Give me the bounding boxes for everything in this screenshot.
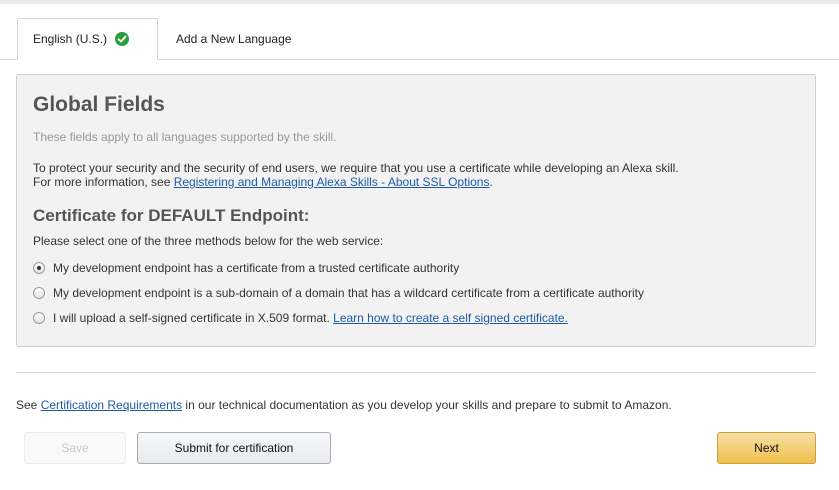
certification-requirements-link[interactable]: Certification Requirements (41, 398, 182, 412)
cert-description: Please select one of the three methods b… (33, 234, 384, 248)
self-signed-help-link[interactable]: Learn how to create a self signed certif… (333, 311, 568, 325)
next-button[interactable]: Next (717, 432, 816, 464)
global-fields-panel: Global Fields These fields apply to all … (16, 74, 816, 347)
radio-trusted[interactable] (33, 262, 45, 274)
tab-english-us-label: English (U.S.) (33, 32, 108, 46)
cert-req-suffix: in our technical documentation as you de… (182, 398, 672, 412)
tab-add-language[interactable]: Add a New Language (176, 18, 291, 60)
submit-for-certification-button[interactable]: Submit for certification (137, 432, 331, 464)
tab-english-us[interactable]: English (U.S.) (17, 18, 158, 60)
cert-option-self-signed[interactable]: I will upload a self-signed certificate … (33, 311, 568, 325)
radio-self-signed[interactable] (33, 312, 45, 324)
cert-heading: Certificate for DEFAULT Endpoint: (33, 206, 310, 225)
panel-subtitle: These fields apply to all languages supp… (33, 130, 337, 144)
more-info-suffix: . (489, 175, 493, 189)
security-info-text: To protect your security and the securit… (33, 161, 679, 175)
divider (16, 372, 816, 373)
panel-title: Global Fields (33, 93, 165, 116)
language-tabs: English (U.S.) Add a New Language (0, 18, 839, 60)
check-circle-icon (115, 32, 130, 46)
certification-requirements-text: See Certification Requirements in our te… (16, 398, 672, 412)
more-info-prefix: For more information, see (33, 175, 174, 189)
cert-option-wildcard[interactable]: My development endpoint is a sub-domain … (33, 286, 644, 300)
cert-req-prefix: See (16, 398, 41, 412)
radio-wildcard-label: My development endpoint is a sub-domain … (53, 286, 644, 300)
radio-wildcard[interactable] (33, 287, 45, 299)
more-info-text: For more information, see Registering an… (33, 175, 493, 189)
radio-self-signed-label: I will upload a self-signed certificate … (53, 311, 334, 325)
cert-option-trusted[interactable]: My development endpoint has a certificat… (33, 261, 459, 275)
ssl-options-link[interactable]: Registering and Managing Alexa Skills - … (174, 175, 490, 189)
radio-trusted-label: My development endpoint has a certificat… (53, 261, 460, 275)
save-button[interactable]: Save (24, 432, 126, 464)
tab-add-language-label: Add a New Language (176, 32, 292, 46)
top-border (0, 0, 839, 4)
